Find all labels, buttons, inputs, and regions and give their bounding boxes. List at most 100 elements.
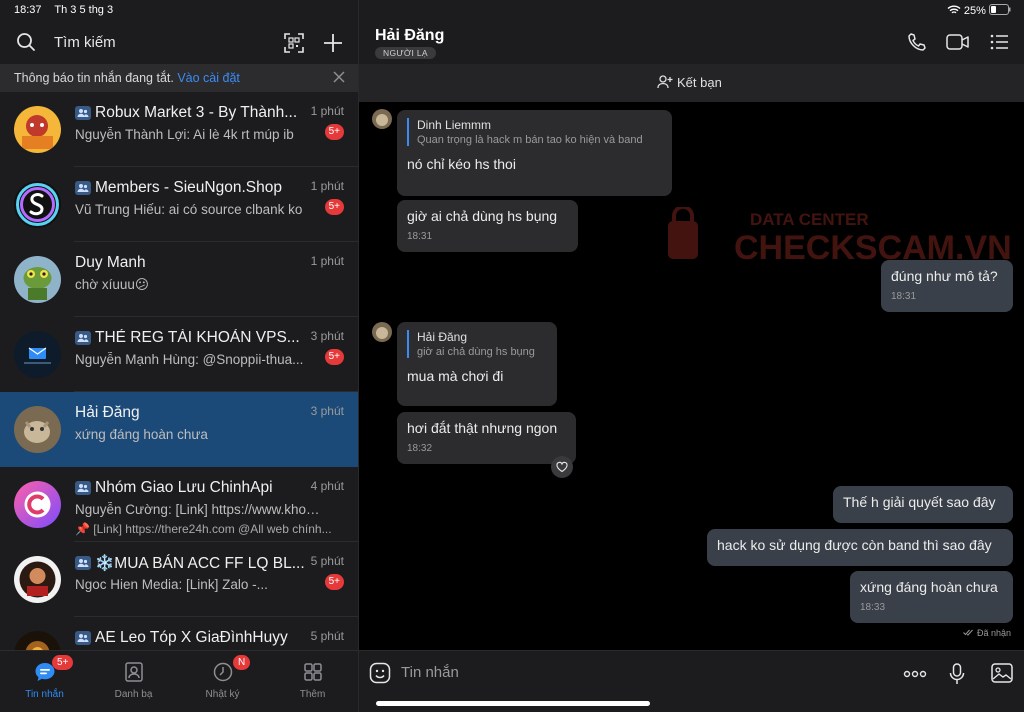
message-input[interactable]: Tin nhắn (401, 664, 459, 681)
quote-sender: Hải Đăng (417, 330, 468, 344)
conversation-item[interactable]: Duy Manh 1 phút chờ xíuuu😕 (0, 242, 358, 317)
status-date: Th 3 5 thg 3 (54, 4, 114, 16)
conversation-time: 3 phút (310, 329, 344, 343)
status-time: 18:37 (14, 4, 42, 16)
close-icon[interactable] (332, 70, 346, 84)
group-icon (75, 556, 91, 570)
menu-list-icon[interactable] (989, 32, 1009, 52)
phone-icon[interactable] (907, 32, 927, 52)
message-bubble-outgoing[interactable]: hack ko sử dụng được còn band thì sao đâ… (707, 529, 1013, 566)
conversation-time: 1 phút (310, 254, 344, 268)
heart-icon (556, 461, 568, 473)
quote-text: giờ ai chả dùng hs bụng (417, 346, 535, 358)
avatar (14, 481, 61, 528)
chat-title[interactable]: Hải Đăng (375, 27, 444, 45)
search-input[interactable]: Tìm kiếm (54, 34, 116, 51)
group-icon (75, 631, 91, 645)
bottom-nav: 5+ Tin nhắn Danh bạ N Nhật ký Thêm (0, 650, 358, 712)
battery-icon (989, 4, 1011, 15)
nav-badge: N (233, 655, 251, 670)
conversation-item[interactable]: THẺ REG TÀI KHOẢN VPS... 3 phút Nguyễn M… (0, 317, 358, 392)
conversation-item-active[interactable]: Hải Đăng 3 phút xứng đáng hoàn chưa (0, 392, 358, 467)
message-bubble-outgoing[interactable]: Thế h giải quyết sao đây (833, 486, 1013, 523)
conversation-title: Duy Manh (75, 254, 146, 271)
emoji-icon[interactable] (369, 662, 391, 684)
delivery-text: Đã nhận (976, 628, 1011, 638)
reply-quote[interactable]: Hải Đăng giờ ai chả dùng hs bụng (407, 330, 547, 358)
conversation-preview: Nguyễn Mạnh Hùng: @Snoppii-thua... (75, 352, 304, 367)
group-icon (75, 106, 91, 120)
battery-level: 25% (963, 5, 986, 17)
conversation-item[interactable]: Robux Market 3 - By Thành... 1 phút Nguy… (0, 92, 358, 167)
avatar (14, 331, 61, 378)
notice-text: Thông báo tin nhắn đang tắt. (14, 71, 174, 85)
message-bubble-outgoing[interactable]: xứng đáng hoàn chưa 18:33 (850, 571, 1013, 623)
quote-text: Quan trọng là hack m bán tao ko hiện và … (417, 134, 643, 146)
conversation-time: 4 phút (310, 479, 344, 493)
conversation-item[interactable]: Nhóm Giao Lưu ChinhApi 4 phút Nguyễn Cườ… (0, 467, 358, 542)
watermark-logo: DATA CENTER CHECKSCAM.VN (668, 207, 1012, 267)
message-text: hơi đắt thật nhưng ngon (407, 420, 558, 436)
conversation-pane: 18:37 Th 3 5 thg 3 Tìm kiếm Thông báo ti… (0, 0, 358, 712)
nav-label: Danh bạ (114, 689, 153, 700)
message-bubble[interactable]: Hải Đăng giờ ai chả dùng hs bụng mua mà … (397, 322, 557, 406)
conversation-item[interactable]: ❄️MUA BÁN ACC FF LQ BL... 5 phút Ngoc Hi… (0, 542, 358, 617)
conversation-preview: xứng đáng hoàn chưa (75, 427, 208, 442)
nav-more[interactable]: Thêm (268, 651, 357, 712)
avatar (14, 406, 61, 453)
conversation-title: ❄️MUA BÁN ACC FF LQ BL... (95, 555, 305, 572)
avatar (14, 556, 61, 603)
search-bar[interactable]: Tìm kiếm (0, 22, 358, 64)
more-options-icon[interactable] (903, 670, 927, 678)
message-bubble[interactable]: giờ ai chả dùng hs bụng 18:31 (397, 200, 578, 252)
video-call-icon[interactable] (946, 32, 970, 52)
message-text: hack ko sử dụng được còn band thì sao đâ… (717, 537, 992, 553)
message-text: giờ ai chả dùng hs bụng (407, 208, 558, 224)
notice-settings-link[interactable]: Vào cài đặt (177, 71, 240, 85)
add-friend-icon (657, 75, 673, 89)
reply-quote[interactable]: Dinh Liemmm Quan trọng là hack m bán tao… (407, 118, 662, 146)
message-composer: Tin nhắn (359, 650, 1024, 712)
message-time: 18:31 (891, 291, 917, 302)
chat-header: 25% Hải Đăng NGƯỜI LẠ (359, 0, 1024, 64)
conversation-preview: Ngoc Hien Media: [Link] Zalo -... (75, 577, 268, 592)
message-text: xứng đáng hoàn chưa (860, 579, 998, 595)
delivery-status: Đã nhận (963, 628, 1011, 638)
message-time: 18:31 (407, 231, 433, 242)
sender-avatar[interactable] (372, 109, 392, 129)
nav-messages[interactable]: 5+ Tin nhắn (0, 651, 89, 712)
avatar (14, 631, 61, 650)
avatar (14, 256, 61, 303)
stranger-tag: NGƯỜI LẠ (375, 47, 436, 59)
conversation-item[interactable]: AE Leo Tóp X GiaĐìnhHuyy 5 phút (0, 617, 358, 650)
search-icon[interactable] (16, 32, 36, 52)
nav-label: Thêm (299, 689, 326, 700)
react-button[interactable] (551, 456, 573, 478)
add-friend-bar[interactable]: Kết bạn (359, 64, 1024, 102)
home-indicator (376, 701, 650, 706)
sender-avatar[interactable] (372, 322, 392, 342)
watermark-line1: DATA CENTER (750, 210, 869, 229)
conversation-time: 5 phút (310, 554, 344, 568)
conversation-list[interactable]: Robux Market 3 - By Thành... 1 phút Nguy… (0, 92, 358, 650)
nav-contacts[interactable]: Danh bạ (89, 651, 178, 712)
conversation-item[interactable]: Members - SieuNgon.Shop 1 phút Vũ Trung … (0, 167, 358, 242)
conversation-time: 1 phút (310, 179, 344, 193)
message-bubble-outgoing[interactable]: đúng như mô tả? 18:31 (881, 260, 1013, 312)
microphone-icon[interactable] (949, 663, 965, 685)
qr-scan-icon[interactable] (284, 33, 304, 53)
avatar (14, 106, 61, 153)
conversation-title: Nhóm Giao Lưu ChinhApi (95, 479, 273, 496)
message-text: nó chỉ kéo hs thoi (407, 156, 516, 172)
add-icon[interactable] (322, 32, 344, 54)
conversation-preview: Nguyễn Cường: [Link] https://www.khoco..… (75, 502, 321, 517)
message-bubble[interactable]: hơi đắt thật nhưng ngon 18:32 (397, 412, 576, 464)
grid-icon (304, 663, 322, 681)
conversation-preview: chờ xíuuu😕 (75, 277, 149, 292)
add-friend-button[interactable]: Kết bạn (677, 75, 722, 90)
image-icon[interactable] (991, 663, 1013, 683)
unread-badge: 5+ (324, 349, 344, 365)
nav-timeline[interactable]: N Nhật ký (178, 651, 267, 712)
message-list: DATA CENTER CHECKSCAM.VN Dinh Liemmm Qua… (359, 102, 1024, 650)
message-bubble[interactable]: Dinh Liemmm Quan trọng là hack m bán tao… (397, 110, 672, 196)
